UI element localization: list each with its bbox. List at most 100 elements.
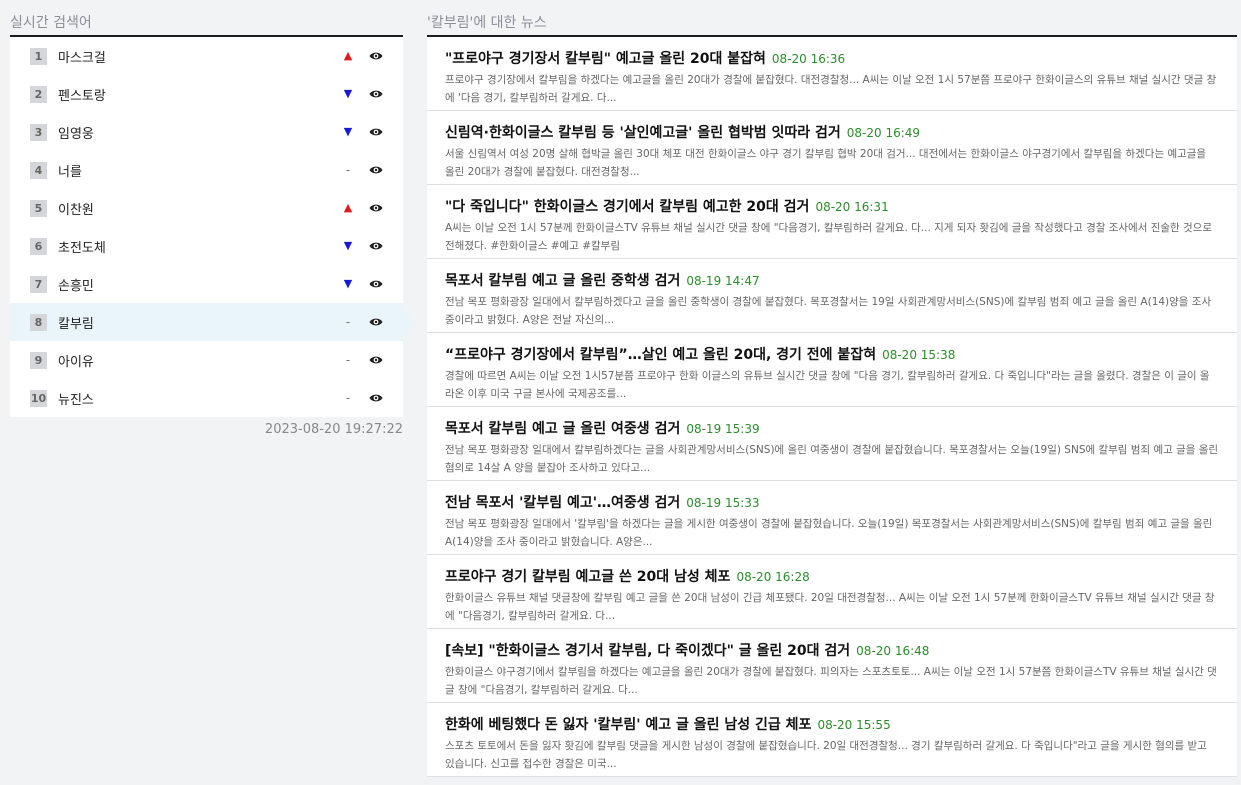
trend-down-icon: ▼ xyxy=(343,239,353,252)
news-list: "프로야구 경기장서 칼부림" 예고글 올린 20대 붙잡혀 08-20 16:3… xyxy=(427,35,1237,777)
rank-keyword[interactable]: 뉴진스 xyxy=(58,389,94,408)
rank-keyword[interactable]: 초전도체 xyxy=(58,237,106,256)
trend-down-icon: ▼ xyxy=(343,125,353,138)
news-item[interactable]: "다 죽입니다" 한화이글스 경기에서 칼부림 예고한 20대 검거 08-20 … xyxy=(427,185,1237,259)
realtime-search-list: 1 마스크걸 ▲ 2 펜스토랑 ▼ 3 임영웅 ▼ 4 너를 - 5 이찬원 ▲ 6 초전도체 ▼ 7 손흥민 ▼ 8 칼부… xyxy=(10,35,416,417)
news-time: 08-19 14:47 xyxy=(686,274,760,288)
rank-row-2[interactable]: 2 펜스토랑 ▼ xyxy=(10,75,403,113)
news-time: 08-20 16:49 xyxy=(846,126,921,140)
news-summary: 서울 신림역서 여성 20명 살해 협박글 올린 30대 체포 대전 한화이글스… xyxy=(445,148,1207,178)
news-headline: 신림역·한화이글스 칼부림 등 '살인예고글' 올린 협박범 잇따라 검거 08-… xyxy=(445,111,1219,143)
rank-row-3[interactable]: 3 임영웅 ▼ xyxy=(10,113,403,151)
news-item[interactable]: 프로야구 경기 칼부림 예고글 쓴 20대 남성 체포 08-20 16:28 한화… xyxy=(427,555,1237,629)
news-section-title: '칼부림'에 대한 뉴스 xyxy=(427,15,547,31)
rank-keyword[interactable]: 마스크걸 xyxy=(58,47,106,66)
news-summary: 전남 목포 평화광장 일대에서 '칼부림'을 하겠다는 글을 게시한 여중생이 … xyxy=(445,518,1213,548)
rank-keyword[interactable]: 임영웅 xyxy=(58,123,94,142)
rank-number: 1 xyxy=(30,47,47,65)
news-time: 08-20 16:48 xyxy=(856,644,930,658)
trend-down-icon: ▼ xyxy=(343,277,353,290)
news-time: 08-19 15:39 xyxy=(686,422,760,436)
news-headline: “프로야구 경기장에서 칼부림”…살인 예고 올린 20대, 경기 전에 붙잡혀… xyxy=(445,333,1219,365)
eye-icon[interactable] xyxy=(369,165,383,175)
news-panel: '칼부림'에 대한 뉴스 "프로야구 경기장서 칼부림" 예고글 올린 20대 … xyxy=(427,12,1237,777)
news-title-link[interactable]: “프로야구 경기장에서 칼부림”…살인 예고 올린 20대, 경기 전에 붙잡혀 xyxy=(445,347,876,363)
trend-same-icon: - xyxy=(345,315,351,329)
news-headline: 한화에 베팅했다 돈 잃자 '칼부림' 예고 글 올린 남성 긴급 체포 08-2… xyxy=(445,703,1219,735)
rank-row-8[interactable]: 8 칼부림 - xyxy=(10,303,416,341)
rank-number: 9 xyxy=(30,351,47,369)
rank-keyword[interactable]: 이찬원 xyxy=(58,199,94,218)
rank-row-4[interactable]: 4 너를 - xyxy=(10,151,403,189)
update-timestamp: 2023-08-20 19:27:22 xyxy=(264,422,403,437)
news-time: 08-20 16:36 xyxy=(771,52,846,66)
news-title-link[interactable]: "다 죽입니다" 한화이글스 경기에서 칼부림 예고한 20대 검거 xyxy=(445,199,809,215)
trend-same-icon: - xyxy=(345,391,351,405)
rank-row-6[interactable]: 6 초전도체 ▼ xyxy=(10,227,403,265)
rank-number: 4 xyxy=(30,161,47,179)
news-title-link[interactable]: 신림역·한화이글스 칼부림 등 '살인예고글' 올린 협박범 잇따라 검거 xyxy=(445,125,841,141)
news-summary: 프로야구 경기장에서 칼부림을 하겠다는 예고글을 올린 20대가 경찰에 붙잡… xyxy=(445,74,1217,104)
news-summary: 한화이글스 유튜브 채널 댓글창에 칼부림 예고 글을 쓴 20대 남성이 긴급… xyxy=(445,592,1215,622)
news-item[interactable]: "프로야구 경기장서 칼부림" 예고글 올린 20대 붙잡혀 08-20 16:3… xyxy=(427,37,1237,111)
news-title-link[interactable]: "프로야구 경기장서 칼부림" 예고글 올린 20대 붙잡혀 xyxy=(445,51,766,67)
eye-icon[interactable] xyxy=(369,241,383,251)
news-item[interactable]: 목포서 칼부림 예고 글 올린 중학생 검거 08-19 14:47 전남 목포 평… xyxy=(427,259,1237,333)
news-title-link[interactable]: 한화에 베팅했다 돈 잃자 '칼부림' 예고 글 올린 남성 긴급 체포 xyxy=(445,717,811,733)
news-time: 08-19 15:33 xyxy=(686,496,760,510)
eye-icon[interactable] xyxy=(369,393,383,403)
rank-keyword[interactable]: 손흥민 xyxy=(58,275,94,294)
eye-icon[interactable] xyxy=(369,51,383,61)
eye-icon[interactable] xyxy=(369,127,383,137)
news-title-link[interactable]: 프로야구 경기 칼부림 예고글 쓴 20대 남성 체포 xyxy=(445,569,730,585)
news-summary: A씨는 이날 오전 1시 57분께 한화이글스TV 유튜브 채널 실시간 댓글 … xyxy=(445,222,1213,252)
news-time: 08-20 16:31 xyxy=(815,200,889,214)
realtime-search-title: 실시간 검색어 xyxy=(10,15,92,31)
trend-up-icon: ▲ xyxy=(343,201,353,214)
news-summary: 경찰에 따르면 A씨는 이날 오전 1시57분쯤 프로야구 한화 이글스의 유튜… xyxy=(445,370,1210,400)
news-summary: 전남 목포 평화광장 일대에서 칼부림하겠다고 글을 올린 중학생이 경찰에 붙… xyxy=(445,296,1212,326)
rank-keyword[interactable]: 칼부림 xyxy=(58,313,94,332)
news-item[interactable]: 전남 목포서 '칼부림 예고'…여중생 검거 08-19 15:33 전남 목포 평… xyxy=(427,481,1237,555)
trend-same-icon: - xyxy=(345,163,351,177)
rank-number: 7 xyxy=(30,275,47,293)
news-time: 08-20 15:55 xyxy=(817,718,891,732)
rank-row-9[interactable]: 9 아이유 - xyxy=(10,341,403,379)
news-time: 08-20 15:38 xyxy=(882,348,956,362)
news-summary: 한화이글스 야구경기에서 칼부림을 하겠다는 예고글을 올린 20대가 경찰에 … xyxy=(445,666,1217,696)
news-headline: 전남 목포서 '칼부림 예고'…여중생 검거 08-19 15:33 xyxy=(445,481,1219,513)
news-title-link[interactable]: 목포서 칼부림 예고 글 올린 여중생 검거 xyxy=(445,421,680,437)
news-headline: [속보] "한화이글스 경기서 칼부림, 다 죽이겠다" 글 올린 20대 검거… xyxy=(445,629,1219,661)
eye-icon[interactable] xyxy=(369,279,383,289)
rank-number: 3 xyxy=(30,123,47,141)
news-title-link[interactable]: [속보] "한화이글스 경기서 칼부림, 다 죽이겠다" 글 올린 20대 검거 xyxy=(445,643,850,659)
rank-keyword[interactable]: 너를 xyxy=(58,161,82,180)
trend-up-icon: ▲ xyxy=(343,49,353,62)
eye-icon[interactable] xyxy=(369,317,383,327)
news-item[interactable]: 신림역·한화이글스 칼부림 등 '살인예고글' 올린 협박범 잇따라 검거 08-… xyxy=(427,111,1237,185)
news-headline: 목포서 칼부림 예고 글 올린 여중생 검거 08-19 15:39 xyxy=(445,407,1219,439)
eye-icon[interactable] xyxy=(369,203,383,213)
rank-number: 2 xyxy=(30,85,47,103)
rank-keyword[interactable]: 펜스토랑 xyxy=(58,85,106,104)
rank-keyword[interactable]: 아이유 xyxy=(58,351,94,370)
news-item[interactable]: [속보] "한화이글스 경기서 칼부림, 다 죽이겠다" 글 올린 20대 검거… xyxy=(427,629,1237,703)
rank-row-10[interactable]: 10 뉴진스 - xyxy=(10,379,403,417)
realtime-search-panel: 실시간 검색어 1 마스크걸 ▲ 2 펜스토랑 ▼ 3 임영웅 ▼ 4 너를 - 5 이찬원 ▲ 6 초전도체 ▼… xyxy=(10,12,416,437)
trend-same-icon: - xyxy=(345,353,351,367)
rank-number: 5 xyxy=(30,199,47,217)
news-item[interactable]: “프로야구 경기장에서 칼부림”…살인 예고 올린 20대, 경기 전에 붙잡혀… xyxy=(427,333,1237,407)
rank-number: 8 xyxy=(30,313,47,331)
trend-down-icon: ▼ xyxy=(343,87,353,100)
news-item[interactable]: 목포서 칼부림 예고 글 올린 여중생 검거 08-19 15:39 전남 목포 평… xyxy=(427,407,1237,481)
rank-number: 6 xyxy=(30,237,47,255)
news-title-link[interactable]: 전남 목포서 '칼부림 예고'…여중생 검거 xyxy=(445,495,680,511)
rank-number: 10 xyxy=(30,389,47,407)
eye-icon[interactable] xyxy=(369,89,383,99)
rank-row-1[interactable]: 1 마스크걸 ▲ xyxy=(10,37,403,75)
news-title-link[interactable]: 목포서 칼부림 예고 글 올린 중학생 검거 xyxy=(445,273,680,289)
eye-icon[interactable] xyxy=(369,355,383,365)
rank-row-7[interactable]: 7 손흥민 ▼ xyxy=(10,265,403,303)
rank-row-5[interactable]: 5 이찬원 ▲ xyxy=(10,189,403,227)
news-item[interactable]: 한화에 베팅했다 돈 잃자 '칼부림' 예고 글 올린 남성 긴급 체포 08-2… xyxy=(427,703,1237,777)
